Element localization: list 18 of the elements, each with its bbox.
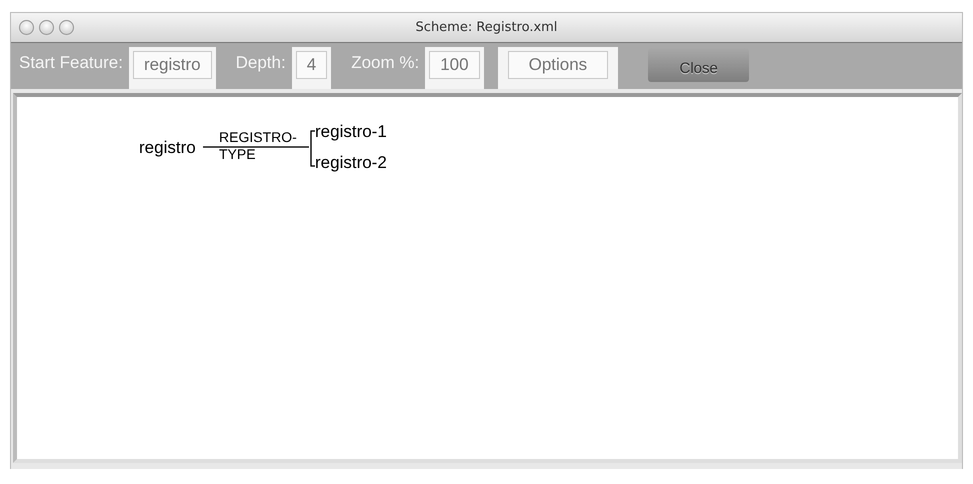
minimize-light-icon[interactable] bbox=[39, 20, 54, 35]
input-field[interactable]: registro bbox=[132, 51, 212, 79]
input-field[interactable]: 100 bbox=[429, 51, 480, 79]
bracket-line bbox=[310, 130, 315, 167]
node-label: registro-1 bbox=[315, 122, 387, 141]
edge-label: TYPE bbox=[219, 146, 256, 162]
field-label: Depth: bbox=[234, 53, 287, 73]
options-button[interactable]: Options bbox=[508, 51, 608, 79]
node-label: registro-2 bbox=[315, 153, 387, 172]
node-label: registro bbox=[139, 138, 196, 157]
edge-label: REGISTRO- bbox=[219, 129, 297, 145]
field-label: Start Feature: bbox=[18, 53, 124, 73]
close-button[interactable]: Close bbox=[648, 48, 750, 82]
field-label: Zoom %: bbox=[350, 53, 420, 73]
close-light-icon[interactable] bbox=[19, 20, 34, 35]
zoom-light-icon[interactable] bbox=[59, 20, 74, 35]
input-field[interactable]: 4 bbox=[296, 51, 328, 79]
window-title: Scheme: Registro.xml bbox=[416, 20, 558, 35]
